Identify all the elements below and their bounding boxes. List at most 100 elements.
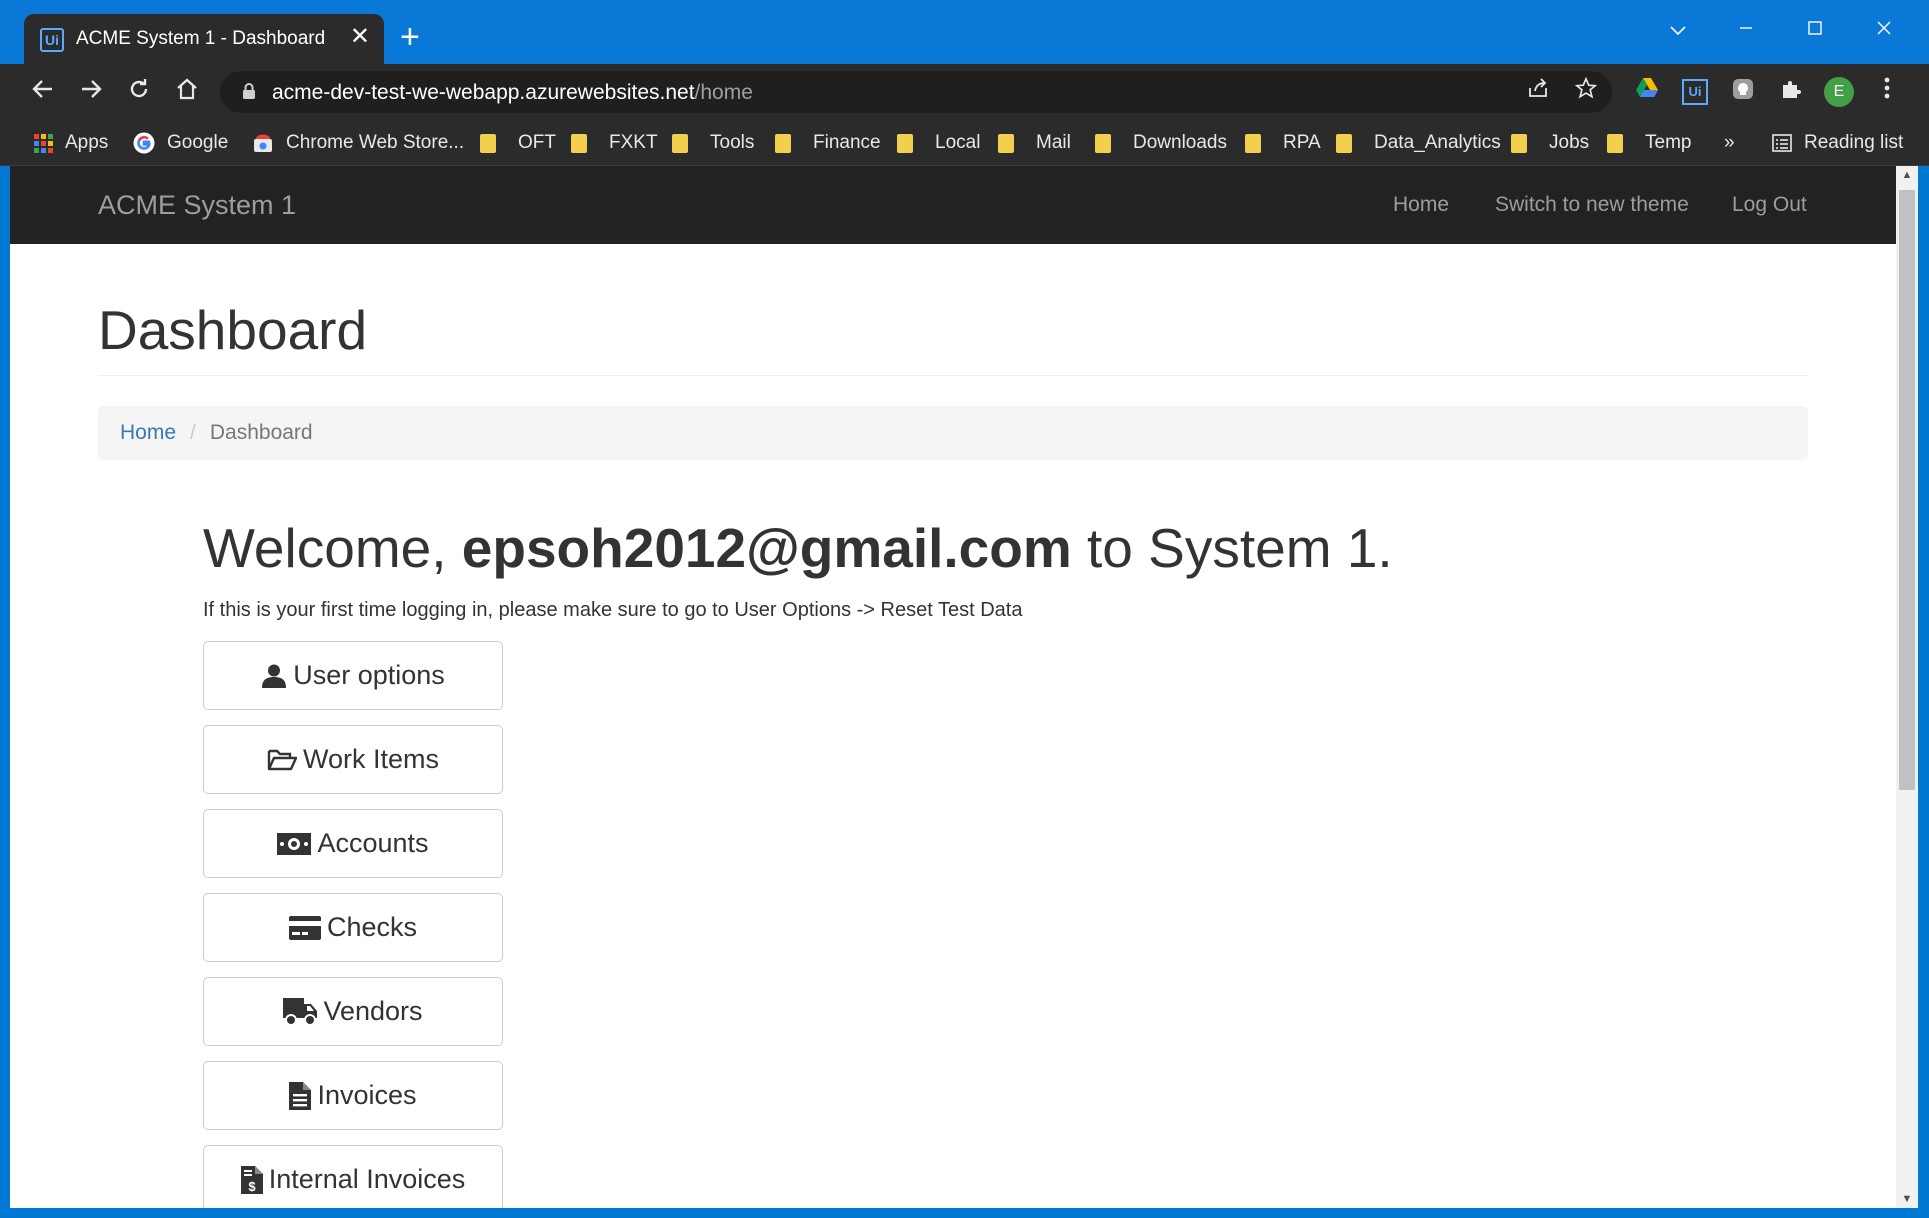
reload-icon[interactable]	[120, 73, 158, 111]
bookmark-folder-finance[interactable]: Finance	[775, 129, 881, 157]
bookmark-folder-mail[interactable]: Mail	[998, 129, 1071, 157]
tab-search-icon[interactable]	[1658, 12, 1698, 48]
user-icon	[262, 664, 287, 688]
bookmark-label: Jobs	[1549, 132, 1590, 153]
minimize-icon[interactable]	[1726, 12, 1766, 48]
bookmark-label: Finance	[813, 132, 881, 153]
bookmark-label: Google	[167, 132, 229, 153]
title-divider	[98, 375, 1808, 376]
lock-icon[interactable]	[242, 82, 256, 100]
maximize-icon[interactable]	[1795, 12, 1835, 48]
internal-invoices-button[interactable]: $ Internal Invoices	[203, 1145, 503, 1208]
accounts-button[interactable]: Accounts	[203, 809, 503, 878]
bookmark-label: RPA	[1283, 132, 1321, 153]
folder-icon	[897, 133, 913, 153]
bookmark-label: Local	[935, 132, 981, 153]
folder-icon	[1245, 133, 1261, 153]
folder-icon	[672, 133, 688, 153]
folder-icon	[1336, 133, 1352, 153]
vendors-button[interactable]: Vendors	[203, 977, 503, 1046]
bookmarks-overflow-button[interactable]: »	[1724, 129, 1735, 157]
new-tab-button[interactable]: +	[400, 20, 420, 54]
profile-avatar[interactable]: E	[1824, 77, 1854, 107]
nav-link-switch-theme[interactable]: Switch to new theme	[1495, 193, 1689, 217]
chrome-web-store-icon	[254, 134, 272, 152]
scroll-down-arrow-icon[interactable]: ▼	[1896, 1190, 1918, 1208]
breadcrumb-current: Dashboard	[209, 421, 313, 444]
forward-icon[interactable]	[72, 73, 110, 111]
bookmark-folder-temp[interactable]: Temp	[1607, 129, 1691, 157]
puzzle-extensions-icon[interactable]	[1776, 77, 1806, 107]
back-icon[interactable]	[24, 73, 62, 111]
nav-link-home[interactable]: Home	[1393, 193, 1449, 217]
invoice-dollar-icon: $	[240, 1165, 263, 1194]
menu-label: Checks	[326, 912, 418, 942]
navbar-brand[interactable]: ACME System 1	[98, 190, 296, 221]
menu-label: Vendors	[323, 996, 423, 1026]
tab-active[interactable]: Ui ACME System 1 - Dashboard ✕	[24, 14, 384, 64]
bookmark-apps[interactable]: Apps	[34, 129, 108, 157]
first-login-hint: If this is your first time logging in, p…	[203, 599, 1023, 621]
page-viewport: ACME System 1 Home Switch to new theme L…	[10, 166, 1918, 1208]
bookmark-label: Data_Analytics	[1374, 132, 1501, 153]
bookmark-chrome-web-store[interactable]: Chrome Web Store...	[252, 129, 464, 157]
apps-grid-icon	[34, 133, 53, 153]
folder-icon	[1095, 133, 1111, 153]
welcome-email: epsoh2012@gmail.com	[461, 517, 1072, 579]
folder-open-icon	[267, 749, 297, 770]
address-bar[interactable]: acme-dev-test-we-webapp.azurewebsites.ne…	[220, 71, 1612, 113]
user-options-button[interactable]: User options	[203, 641, 503, 710]
tab-strip: Ui ACME System 1 - Dashboard ✕ +	[0, 0, 1929, 64]
page-scrollbar[interactable]: ▲ ▼	[1896, 166, 1918, 1208]
invoices-button[interactable]: Invoices	[203, 1061, 503, 1130]
shield-extension-icon[interactable]	[1728, 77, 1758, 107]
checks-button[interactable]: Checks	[203, 893, 503, 962]
bookmark-folder-local[interactable]: Local	[897, 129, 980, 157]
folder-icon	[1511, 133, 1527, 153]
tab-close-icon[interactable]: ✕	[350, 25, 370, 49]
breadcrumb-separator: /	[190, 421, 196, 444]
truck-icon	[283, 997, 318, 1026]
page-title: Dashboard	[98, 299, 368, 361]
bookmark-folder-jobs[interactable]: Jobs	[1511, 129, 1589, 157]
credit-card-icon	[288, 915, 321, 940]
document-icon	[289, 1081, 312, 1110]
bookmark-folder-data-analytics[interactable]: Data_Analytics	[1336, 129, 1501, 157]
site-navbar: ACME System 1 Home Switch to new theme L…	[10, 166, 1896, 244]
scrollbar-thumb[interactable]	[1899, 190, 1915, 790]
browser-window: Ui ACME System 1 - Dashboard ✕ + acme-de…	[0, 0, 1929, 1218]
bookmark-google[interactable]: Google	[133, 129, 228, 157]
folder-icon	[1607, 133, 1623, 153]
nav-link-log-out[interactable]: Log Out	[1732, 193, 1807, 217]
home-icon[interactable]	[168, 73, 206, 111]
bookmark-folder-fxkt[interactable]: FXKT	[571, 129, 658, 157]
uipath-extension-icon[interactable]: Ui	[1680, 77, 1710, 107]
menu-kebab-icon[interactable]	[1872, 77, 1902, 107]
google-drive-icon[interactable]	[1632, 77, 1662, 107]
folder-icon	[775, 133, 791, 153]
close-window-icon[interactable]	[1864, 12, 1904, 48]
svg-text:$: $	[248, 1179, 256, 1194]
folder-icon	[571, 133, 587, 153]
uipath-favicon-icon: Ui	[40, 28, 64, 52]
work-items-button[interactable]: Work Items	[203, 725, 503, 794]
bookmark-folder-tools[interactable]: Tools	[672, 129, 754, 157]
star-bookmark-icon[interactable]	[1571, 76, 1601, 107]
bookmark-folder-downloads[interactable]: Downloads	[1095, 129, 1227, 157]
reading-list-icon	[1772, 134, 1792, 152]
bookmark-folder-rpa[interactable]: RPA	[1245, 129, 1321, 157]
reading-list-button[interactable]: Reading list	[1772, 129, 1903, 157]
breadcrumb: Home / Dashboard	[98, 406, 1808, 460]
bookmark-label: Downloads	[1133, 132, 1227, 153]
share-icon[interactable]	[1523, 77, 1553, 107]
google-icon	[133, 132, 155, 154]
tab-title: ACME System 1 - Dashboard	[76, 28, 326, 49]
welcome-suffix: to System 1.	[1071, 517, 1393, 579]
breadcrumb-home-link[interactable]: Home	[120, 421, 176, 444]
scroll-up-arrow-icon[interactable]: ▲	[1896, 166, 1918, 184]
bookmark-label: Apps	[65, 132, 109, 153]
bookmark-folder-oft[interactable]: OFT	[480, 129, 556, 157]
menu-label: User options	[293, 660, 445, 690]
url-text[interactable]: acme-dev-test-we-webapp.azurewebsites.ne…	[272, 81, 753, 105]
bookmarks-bar: Apps Google Chrome Web Store... OFT FXKT…	[0, 120, 1929, 166]
